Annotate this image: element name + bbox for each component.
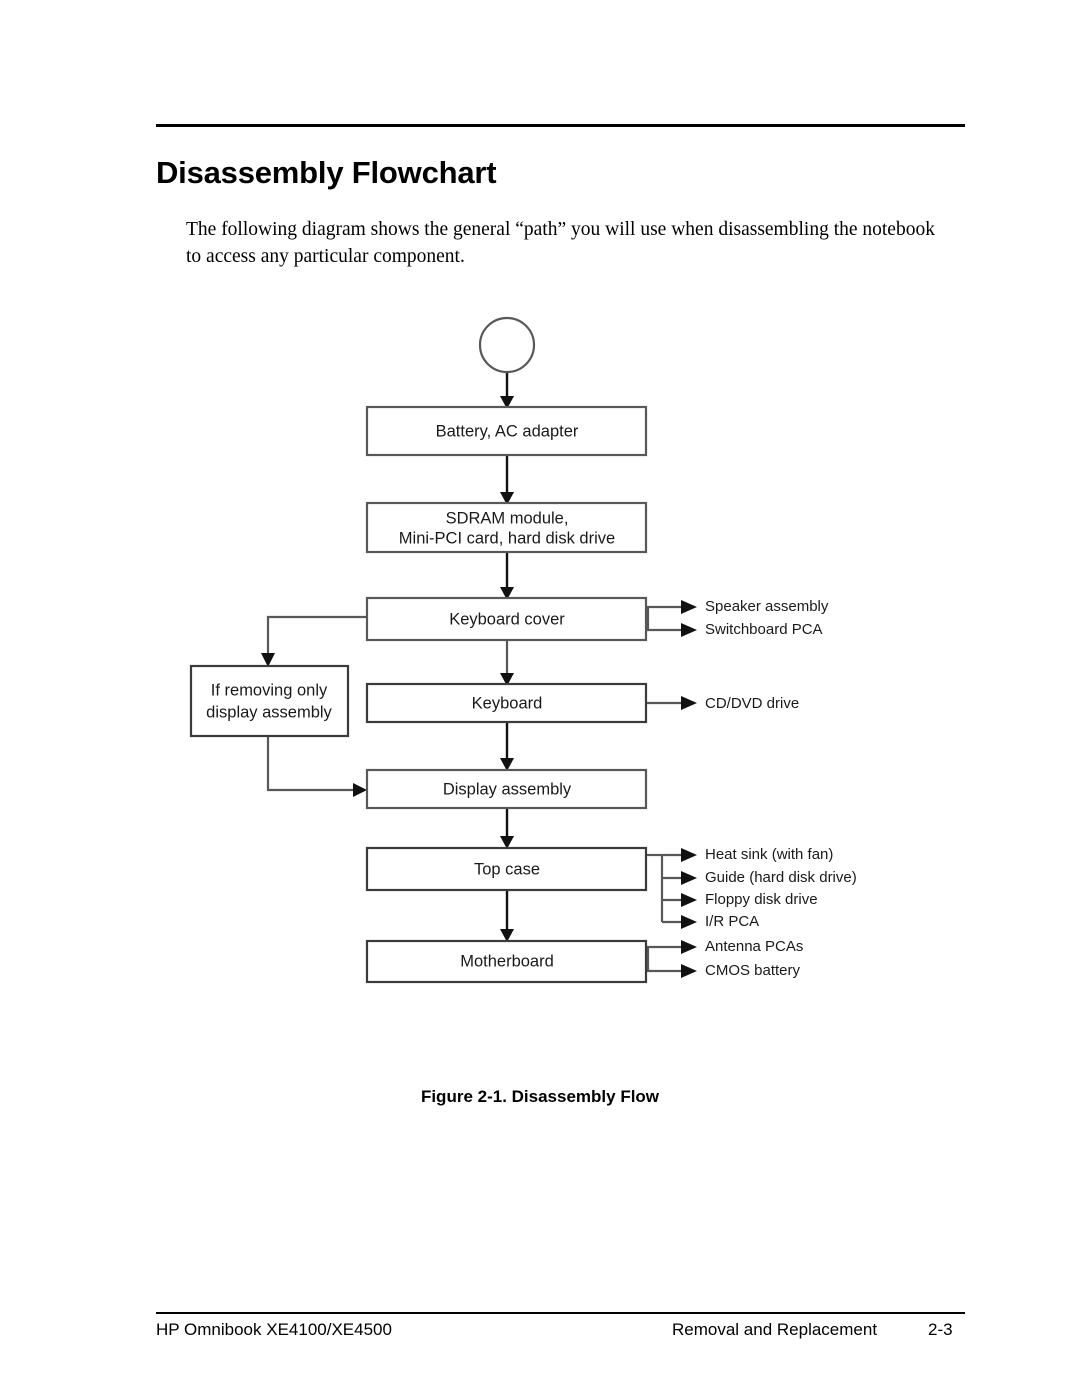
node-label-keyboard-cover: Keyboard cover xyxy=(449,610,565,628)
node-label-top-case: Top case xyxy=(474,860,540,878)
node-label-battery: Battery, AC adapter xyxy=(436,422,579,440)
node-label-motherboard: Motherboard xyxy=(460,952,554,970)
footer-section-name: Removal and Replacement xyxy=(672,1320,878,1339)
arrowhead-irpca xyxy=(681,915,697,929)
edge-keyboard-cover-to-if-display xyxy=(266,615,367,655)
arrowhead-cmos xyxy=(681,964,697,978)
page-footer: HP Omnibook XE4100/XE4500 Removal and Re… xyxy=(156,1320,965,1350)
figure-caption: Figure 2-1. Disassembly Flow xyxy=(420,1087,660,1106)
arrowhead-guide xyxy=(681,871,697,885)
branch-label-cmos-battery: CMOS battery xyxy=(705,962,801,979)
footer-page-number: 2-3 xyxy=(928,1320,953,1339)
node-label-sdram-line2: Mini-PCI card, hard disk drive xyxy=(399,529,615,547)
branch-label-switchboard-pca: Switchboard PCA xyxy=(705,621,823,638)
node-label-sdram-line1: SDRAM module, xyxy=(446,509,569,527)
arrowhead-cddvd xyxy=(681,696,697,710)
node-label-if-display-line1: If removing only xyxy=(211,681,328,699)
arrowhead-floppy xyxy=(681,893,697,907)
flowchart-svg: Battery, AC adapter SDRAM module, Mini-P… xyxy=(189,316,857,984)
branch-label-antenna-pcas: Antenna PCAs xyxy=(705,938,803,955)
branch-label-ir-pca: I/R PCA xyxy=(705,913,759,930)
footer-product-name: HP Omnibook XE4100/XE4500 xyxy=(156,1320,392,1339)
disassembly-flowchart: Battery, AC adapter SDRAM module, Mini-P… xyxy=(0,0,1080,1060)
node-label-display-assembly: Display assembly xyxy=(443,780,572,798)
node-if-removing-display-assembly xyxy=(189,664,350,738)
branch-label-cddvd-drive: CD/DVD drive xyxy=(705,695,799,712)
node-start-circle xyxy=(478,316,536,374)
document-page: Disassembly Flowchart The following diag… xyxy=(0,0,1080,1397)
node-label-keyboard: Keyboard xyxy=(472,694,543,712)
arrowhead-speaker xyxy=(681,600,697,614)
edge-if-display-to-display-assembly xyxy=(266,736,355,792)
arrowhead-display-assembly-left xyxy=(353,783,367,797)
arrowhead-switchboard xyxy=(681,623,697,637)
footer-rule xyxy=(156,1312,965,1314)
branch-label-speaker-assembly: Speaker assembly xyxy=(705,598,829,615)
branch-label-guide-hard-disk-drive: Guide (hard disk drive) xyxy=(705,869,857,886)
arrowhead-antenna xyxy=(681,940,697,954)
branch-label-heat-sink: Heat sink (with fan) xyxy=(705,846,833,863)
arrowhead-heatsink xyxy=(681,848,697,862)
node-label-if-display-line2: display assembly xyxy=(206,703,332,721)
branch-label-floppy-disk-drive: Floppy disk drive xyxy=(705,891,818,908)
